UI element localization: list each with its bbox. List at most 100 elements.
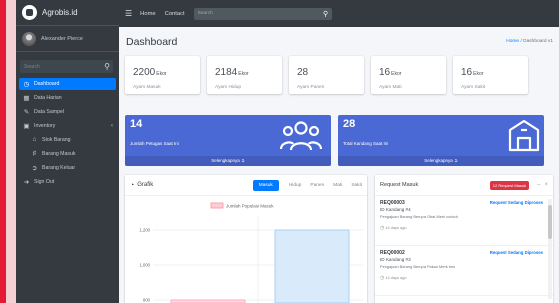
tab-masuk[interactable]: Masuk <box>252 179 279 191</box>
population-bar-chart: Jumlah Populasi Masuk 1,200 1,000 800 <box>140 202 363 303</box>
calendar-icon: ▦ <box>23 94 30 102</box>
more-info-link[interactable]: Selengkapnya ➲ <box>338 156 544 166</box>
stat-unit: Ekor <box>156 71 167 77</box>
banner-petugas: 14 Jumlah Petugas Saat Ini Selengkapnya … <box>125 115 331 166</box>
stat-card-ayam-sakit: 16Ekor Ayam Sakit <box>453 56 528 94</box>
sidebar-item-inventory[interactable]: ▣ Inventory ‹ <box>19 119 116 132</box>
stat-label: Ayam Hidup <box>215 85 242 90</box>
sidebar-item-stok-barang[interactable]: ⌂ Stok Barang <box>19 133 116 146</box>
sidebar: Agrobis.id Alexander Pierce Search ⚲ ◷ D… <box>16 0 119 303</box>
tachometer-icon: ◷ <box>23 81 30 88</box>
arrow-circle-right-icon: ➲ <box>241 158 245 163</box>
warehouse-icon: ⌂ <box>32 136 37 143</box>
content-header: Dashboard Home / Dashboard v1 <box>119 27 559 56</box>
brand-name: Agrobis.id <box>42 8 78 17</box>
sidebar-item-barang-masuk[interactable]: ♯ Barang Masuk <box>19 147 116 160</box>
sidebar-search-input[interactable]: Search <box>24 64 101 70</box>
request-kandang: ID Kandang #3 <box>380 257 411 262</box>
tab-mati[interactable]: Mati <box>333 183 342 188</box>
main-content: Dashboard Home / Dashboard v1 2200Ekor A… <box>119 27 559 303</box>
stat-label: Ayam Mati <box>379 85 402 90</box>
stat-unit: Ekor <box>238 71 249 77</box>
sidebar-nav: ◷ Dashboard ▦ Data Harian ✎ Data Sampel … <box>16 78 119 188</box>
chart-bar[interactable] <box>274 229 350 303</box>
breadcrumb-home[interactable]: Home <box>506 39 519 44</box>
request-time: ◷14 days ago <box>380 225 543 231</box>
list-item[interactable]: REQ00003 Request Sedang Diproses ID Kand… <box>375 196 553 246</box>
box-icon: ▣ <box>23 122 30 130</box>
stat-card-ayam-masuk: 2200Ekor Ayam Masuk <box>125 56 200 94</box>
search-icon[interactable]: ⚲ <box>101 60 113 73</box>
chevron-left-icon: ‹ <box>111 122 113 129</box>
brand-logo-icon <box>22 5 37 20</box>
request-card-header: Request Masuk 12 Request Masuk – × <box>375 175 553 196</box>
banner-label: Total Kandang Saat Ini <box>343 141 389 146</box>
scrollbar-thumb[interactable] <box>548 205 552 239</box>
close-icon[interactable]: × <box>544 182 548 188</box>
info-banners: 14 Jumlah Petugas Saat Ini Selengkapnya … <box>125 115 544 166</box>
user-panel[interactable]: Alexander Pierce <box>16 26 119 52</box>
stat-label: Ayam Panen <box>297 85 325 90</box>
request-status: Request Sedang Diproses <box>489 250 543 255</box>
signout-icon: ➜ <box>23 178 30 186</box>
banner-value: 28 <box>343 118 356 130</box>
sidebar-item-label: Data Harian <box>34 94 62 101</box>
sidebar-item-label: Stok Barang <box>42 136 71 143</box>
request-kandang: ID Kandang #4 <box>380 207 411 212</box>
stat-label: Ayam Masuk <box>133 85 161 90</box>
sidebar-item-label: Dashboard <box>34 81 60 87</box>
sidebar-item-barang-keluar[interactable]: ➲ Barang Keluar <box>19 161 116 174</box>
sidebar-item-dashboard[interactable]: ◷ Dashboard <box>19 78 116 90</box>
clock-icon: ◷ <box>380 225 385 231</box>
nav-link-contact[interactable]: Contact <box>165 11 185 17</box>
navbar-search-input[interactable]: Search <box>198 11 320 16</box>
hamburger-menu-icon[interactable]: ☰ <box>125 9 132 18</box>
pie-chart-icon: ◔ <box>130 181 135 189</box>
stat-value: 16 <box>461 67 473 78</box>
stat-cards: 2200Ekor Ayam Masuk 2184Ekor Ayam Hidup … <box>125 56 528 94</box>
search-icon[interactable]: ⚲ <box>320 10 332 18</box>
request-description: Pengajuan Barang Berupa Pakan Merk bes <box>380 264 456 269</box>
chart-card-title: Grafik <box>137 182 154 188</box>
more-info-link[interactable]: Selengkapnya ➲ <box>125 156 331 166</box>
dolly-icon: ♯ <box>32 150 37 157</box>
breadcrumb: Home / Dashboard v1 <box>506 39 553 44</box>
legend-label: Jumlah Populasi Masuk <box>226 204 274 209</box>
barn-icon <box>508 119 540 152</box>
tab-panen[interactable]: Panen <box>310 183 324 188</box>
minus-icon[interactable]: – <box>537 182 540 188</box>
stat-value: 2200 <box>133 67 156 78</box>
list-item[interactable]: REQ00002 Request Sedang Diproses ID Kand… <box>375 246 553 296</box>
left-accent-strip <box>6 0 16 303</box>
chart-card: ◔ Grafik Masuk Hidup Panen Mati Sakit Ju… <box>125 175 367 303</box>
tab-hidup[interactable]: Hidup <box>289 183 302 188</box>
stat-card-ayam-hidup: 2184Ekor Ayam Hidup <box>207 56 282 94</box>
navbar-search: Search ⚲ <box>193 7 332 20</box>
request-time-label: 14 days ago <box>385 275 407 280</box>
brand-link[interactable]: Agrobis.id <box>16 0 119 26</box>
nav-link-home[interactable]: Home <box>140 11 155 17</box>
breadcrumb-separator: / <box>520 39 522 44</box>
sidebar-search: Search ⚲ <box>20 60 113 73</box>
sidebar-item-sign-out[interactable]: ➜ Sign Out <box>19 175 116 188</box>
y-tick-label: 800 <box>143 298 151 303</box>
tab-sakit[interactable]: Sakit <box>351 183 362 188</box>
stat-unit: Ekor <box>391 71 402 77</box>
sidebar-item-data-sampel[interactable]: ✎ Data Sampel <box>19 105 116 118</box>
sidebar-item-label: Barang Keluar <box>42 164 76 171</box>
stat-value: 16 <box>379 67 391 78</box>
avatar <box>22 31 36 46</box>
arrow-circle-right-icon: ➲ <box>454 158 458 163</box>
status-badge: 12 Request Masuk <box>489 180 530 190</box>
sidebar-item-label: Barang Masuk <box>42 150 76 157</box>
stat-value: 28 <box>297 67 309 78</box>
stat-value: 2184 <box>215 67 238 78</box>
sidebar-item-data-harian[interactable]: ▦ Data Harian <box>19 91 116 104</box>
request-description: Pengajuan Barang Berupa Obat Merk contoh <box>380 214 458 219</box>
breadcrumb-current: Dashboard v1 <box>523 39 553 44</box>
more-info-label: Selengkapnya <box>211 158 240 163</box>
pencil-icon: ✎ <box>23 108 30 116</box>
request-status: Request Sedang Diproses <box>489 200 543 205</box>
users-icon <box>280 121 322 151</box>
more-info-label: Selengkapnya <box>424 158 453 163</box>
